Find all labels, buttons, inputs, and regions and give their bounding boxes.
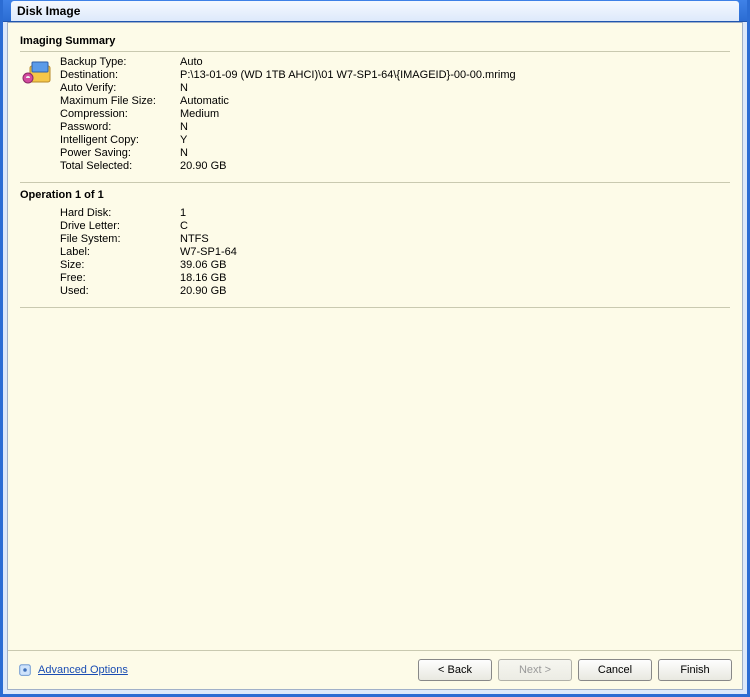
summary-value: P:\13-01-09 (WD 1TB AHCI)\01 W7-SP1-64\{…	[180, 69, 730, 81]
op-value: 39.06 GB	[180, 259, 730, 271]
operation-body: Hard Disk: 1 Drive Letter: C File System…	[20, 207, 730, 297]
summary-label: Maximum File Size:	[60, 95, 180, 107]
summary-label: Destination:	[60, 69, 180, 81]
summary-label: Compression:	[60, 108, 180, 120]
summary-value: Automatic	[180, 95, 730, 107]
cancel-button[interactable]: Cancel	[578, 659, 652, 681]
op-value: W7-SP1-64	[180, 246, 730, 258]
summary-label: Intelligent Copy:	[60, 134, 180, 146]
summary-label: Total Selected:	[60, 160, 180, 172]
summary-label: Auto Verify:	[60, 82, 180, 94]
divider	[20, 307, 730, 308]
gear-icon	[18, 663, 32, 677]
next-button: Next >	[498, 659, 572, 681]
op-value: 20.90 GB	[180, 285, 730, 297]
op-value: C	[180, 220, 730, 232]
op-label: Size:	[60, 259, 180, 271]
finish-button[interactable]: Finish	[658, 659, 732, 681]
op-label: Label:	[60, 246, 180, 258]
summary-value: 20.90 GB	[180, 160, 730, 172]
summary-value: N	[180, 82, 730, 94]
summary-label: Password:	[60, 121, 180, 133]
divider	[20, 182, 730, 183]
imaging-summary-body: Backup Type: Auto Destination: P:\13-01-…	[20, 56, 730, 172]
op-label: Hard Disk:	[60, 207, 180, 219]
op-value: 1	[180, 207, 730, 219]
op-label: Drive Letter:	[60, 220, 180, 232]
op-label: Used:	[60, 285, 180, 297]
op-value: 18.16 GB	[180, 272, 730, 284]
op-label: Free:	[60, 272, 180, 284]
content: Imaging Summary Backup Type: Auto Destin…	[8, 23, 742, 650]
window-title: Disk Image	[17, 4, 80, 18]
summary-value: Y	[180, 134, 730, 146]
content-wrap: Imaging Summary Backup Type: Auto Destin…	[7, 22, 743, 690]
summary-value: Medium	[180, 108, 730, 120]
summary-value: Auto	[180, 56, 730, 68]
imaging-summary-header: Imaging Summary	[20, 33, 730, 52]
titlebar-inner: Disk Image	[11, 1, 739, 21]
footer-left: Advanced Options	[18, 663, 128, 677]
summary-label: Power Saving:	[60, 147, 180, 159]
disk-image-window: Disk Image Imaging Summary Backup Type: …	[0, 0, 750, 697]
op-value: NTFS	[180, 233, 730, 245]
titlebar: Disk Image	[3, 0, 747, 22]
summary-value: N	[180, 147, 730, 159]
operation-header: Operation 1 of 1	[20, 187, 730, 205]
footer: Advanced Options < Back Next > Cancel Fi…	[8, 650, 742, 689]
op-label: File System:	[60, 233, 180, 245]
disk-image-icon	[22, 56, 54, 88]
advanced-options-link[interactable]: Advanced Options	[38, 664, 128, 676]
back-button[interactable]: < Back	[418, 659, 492, 681]
summary-label: Backup Type:	[60, 56, 180, 68]
summary-value: N	[180, 121, 730, 133]
